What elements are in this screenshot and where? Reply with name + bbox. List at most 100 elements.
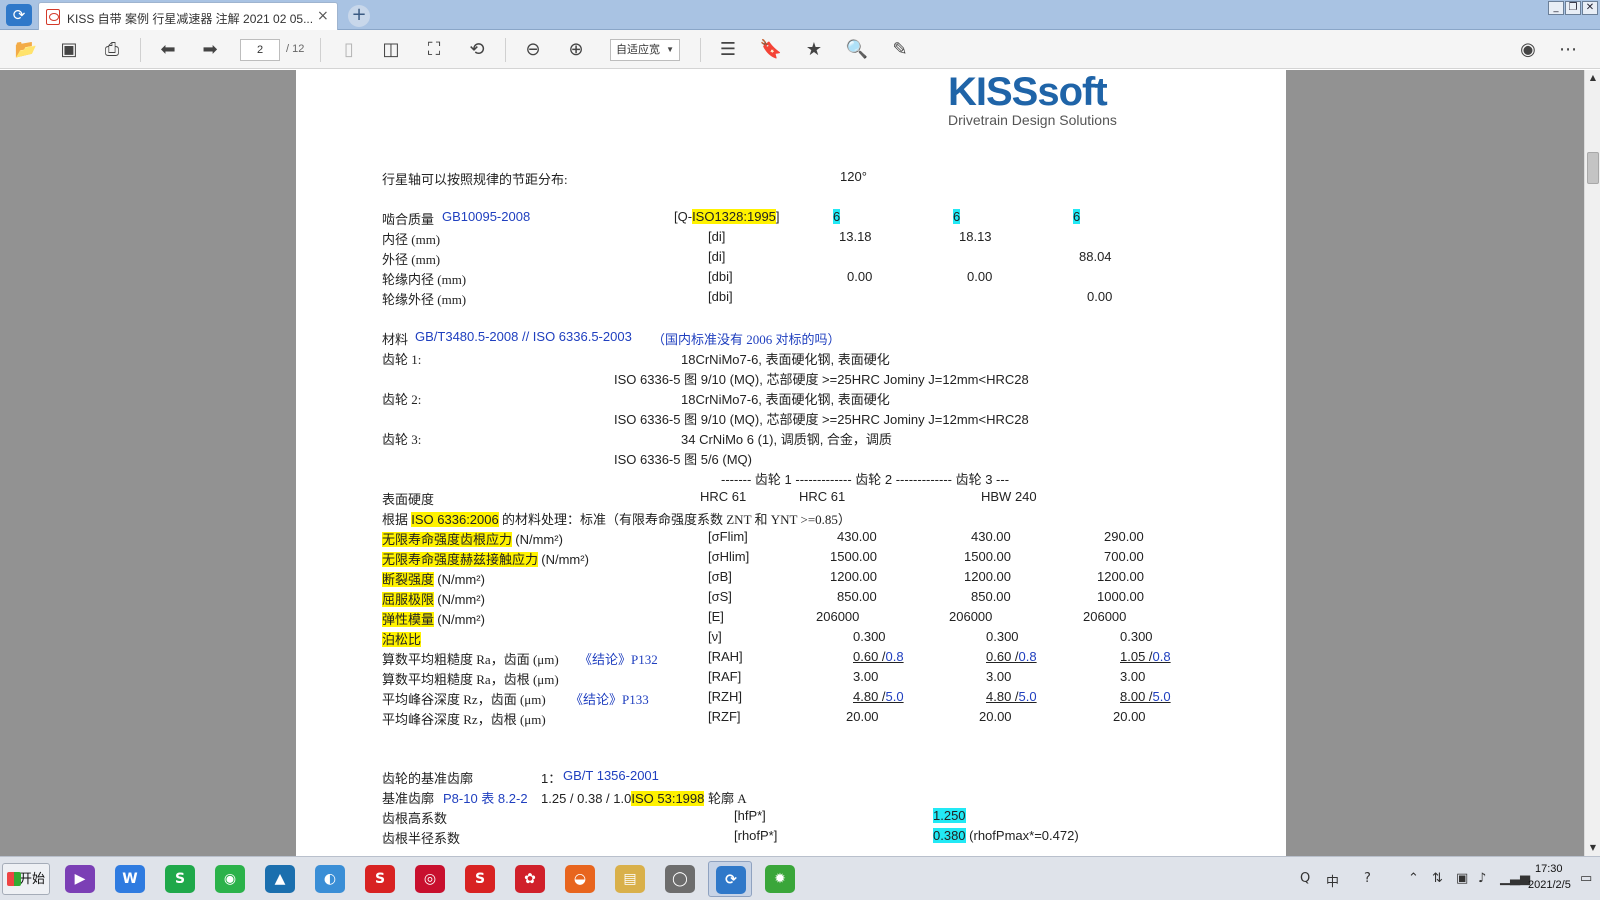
gear1-material: 18CrNiMo7-6, 表面硬化钢, 表面硬化	[681, 352, 890, 367]
solidworks-icon: S	[365, 865, 395, 893]
zoom-select[interactable]: 自适应宽 ▼	[610, 39, 680, 61]
tray-expand-icon[interactable]: ⌃	[1408, 871, 1419, 886]
zoom-out-icon[interactable]: ⊖	[521, 38, 545, 62]
gear3-reference: ISO 6336-5 图 5/6 (MQ)	[614, 452, 752, 467]
clock-date[interactable]: 2021/2/5	[1528, 879, 1571, 891]
scroll-down-icon[interactable]: ▼	[1587, 842, 1599, 854]
material-label: 材料	[382, 332, 409, 347]
zoom-value: 自适应宽	[616, 44, 660, 56]
roughness-gear1: 4.80 /5.0	[853, 689, 904, 704]
material-standard-link[interactable]: GB/T3480.5-2008 // ISO 6336.5-2003	[415, 329, 632, 344]
vertical-scrollbar[interactable]: ▲ ▼	[1584, 70, 1600, 856]
roughness-reference-link[interactable]: 《结论》P133	[570, 689, 649, 708]
minimize-button[interactable]: _	[1548, 1, 1564, 15]
cnc-icon: ◎	[415, 865, 445, 893]
volume-icon[interactable]: ♪	[1478, 871, 1486, 886]
taskbar-item[interactable]: W	[108, 861, 152, 897]
taskbar-item[interactable]: ◐	[308, 861, 352, 897]
account-icon[interactable]: ◉	[1516, 38, 1540, 62]
taskbar-item[interactable]: ◯	[658, 861, 702, 897]
gear3-label: 齿轮 3:	[382, 432, 422, 447]
folder-open-icon[interactable]: 📂	[14, 38, 38, 62]
taskbar-item[interactable]: S	[458, 861, 502, 897]
property-gear3: 206000	[1083, 609, 1127, 624]
taskbar-item[interactable]: ◒	[558, 861, 602, 897]
basic-rack-standard-link[interactable]: GB/T 1356-2001	[563, 768, 659, 783]
autodesk-icon: ▲	[265, 865, 295, 893]
dedendum-symbol: [hfP*]	[734, 808, 766, 823]
outline-list-icon[interactable]: ☰	[716, 38, 740, 62]
signal-icon[interactable]: ▁▃▅	[1500, 871, 1530, 886]
app-logo-icon[interactable]: ⟳	[6, 4, 32, 26]
help-icon[interactable]: ?	[1364, 871, 1371, 886]
bookmark-add-icon[interactable]: 🔖	[759, 38, 783, 62]
document-viewer[interactable]: KISSsoft Drivetrain Design Solutions 行星轴…	[0, 70, 1584, 856]
roughness-gear3: 8.00 /5.0	[1120, 689, 1171, 704]
taskbar-item[interactable]: ✿	[508, 861, 552, 897]
dim-gear1: 0.00	[847, 269, 873, 284]
arrow-right-icon[interactable]: ➡	[198, 38, 222, 62]
star-icon[interactable]: ★	[802, 38, 826, 62]
property-gear2: 0.300	[986, 629, 1019, 644]
root-radius-label: 齿根半径系数	[382, 831, 461, 846]
ime-icon[interactable]: Q	[1300, 871, 1310, 886]
roughness-symbol: [RAF]	[708, 669, 742, 684]
taskbar-item[interactable]: S	[358, 861, 402, 897]
root-radius-value: 0.380 (rhofPmax*=0.472)	[933, 828, 1079, 843]
roughness-symbol: [RAH]	[708, 649, 743, 664]
fit-page-icon[interactable]: ⛶	[422, 38, 446, 62]
more-icon[interactable]: ⋯	[1556, 38, 1580, 62]
scrollbar-thumb[interactable]	[1587, 152, 1599, 184]
property-gear3: 1200.00	[1097, 569, 1144, 584]
quality-standard-link[interactable]: GB10095-2008	[442, 209, 530, 224]
new-tab-button[interactable]: +	[348, 5, 370, 27]
wechat-icon: ◉	[215, 865, 245, 893]
arrow-left-icon[interactable]: ⬅	[156, 38, 180, 62]
quality-symbol: [Q-ISO1328:1995]	[674, 209, 780, 224]
property-label: 无限寿命强度齿根应力 (N/mm²)	[382, 532, 563, 547]
save-icon[interactable]: ▣	[57, 38, 81, 62]
security-icon[interactable]: ▣	[1456, 871, 1468, 886]
scroll-up-icon[interactable]: ▲	[1587, 72, 1599, 84]
taskbar-item[interactable]: ▶	[58, 861, 102, 897]
two-page-icon[interactable]: ◫	[379, 38, 403, 62]
document-tab[interactable]: KISS 自带 案例 行星减速器 注解 2021 02 05... ×	[38, 2, 338, 30]
taskbar-item[interactable]: S	[158, 861, 202, 897]
restore-button[interactable]: ❐	[1565, 1, 1581, 15]
browser-icon: ◐	[315, 865, 345, 893]
huawei-icon: ✿	[515, 865, 545, 893]
property-gear2: 1200.00	[964, 569, 1011, 584]
taskbar-item[interactable]: ◉	[208, 861, 252, 897]
single-page-icon[interactable]: ▯	[337, 38, 361, 62]
tab-close-button[interactable]: ×	[317, 8, 329, 24]
roughness-reference-link[interactable]: 《结论》P132	[579, 649, 658, 668]
profile-reference-link[interactable]: P8-10 表 8.2-2	[443, 788, 528, 807]
gear2-material: 18CrNiMo7-6, 表面硬化钢, 表面硬化	[681, 392, 890, 407]
rotate-icon[interactable]: ⟲	[465, 38, 489, 62]
dim-label: 外径 (mm)	[382, 252, 441, 267]
taskbar-item[interactable]: ▤	[608, 861, 652, 897]
taskbar-item[interactable]: ▲	[258, 861, 302, 897]
taskbar-item[interactable]: ◎	[408, 861, 452, 897]
material-note: （国内标准没有 2006 对标的吗）	[652, 332, 841, 347]
start-button[interactable]: 开始	[2, 863, 50, 895]
language-icon[interactable]: 中	[1326, 871, 1339, 890]
page-number-input[interactable]: 2	[240, 39, 280, 61]
print-icon[interactable]: ⎙	[100, 38, 124, 62]
gear1-label: 齿轮 1:	[382, 352, 422, 367]
sign-icon[interactable]: ✎	[888, 38, 912, 62]
property-gear1: 206000	[816, 609, 860, 624]
taskbar-item[interactable]: ⟳	[708, 861, 752, 897]
pdf-file-icon	[46, 9, 60, 25]
show-desktop-icon[interactable]: ▭	[1580, 871, 1592, 886]
roughness-label: 算数平均粗糙度 Ra，齿面 (μm)	[382, 652, 559, 667]
roughness-gear1: 20.00	[846, 709, 879, 724]
clock-time[interactable]: 17:30	[1535, 863, 1563, 875]
search-icon[interactable]: 🔍	[845, 38, 869, 62]
dim-gear3: 88.04	[1079, 249, 1112, 264]
gear1-reference: ISO 6336-5 图 9/10 (MQ), 芯部硬度 >=25HRC Jom…	[614, 372, 1029, 387]
close-window-button[interactable]: ✕	[1582, 1, 1598, 15]
taskbar-item[interactable]: ✹	[758, 861, 802, 897]
network-icon[interactable]: ⇅	[1432, 871, 1443, 886]
zoom-in-icon[interactable]: ⊕	[564, 38, 588, 62]
